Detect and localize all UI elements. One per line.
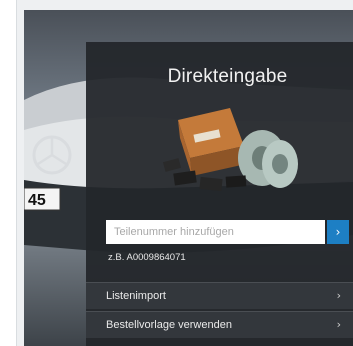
chevron-right-icon: › [336, 289, 341, 302]
add-part-button[interactable]: › [327, 220, 349, 244]
panel-menu: Listenimport › Bestellvorlage verwenden … [86, 282, 353, 338]
direct-entry-panel: Direkteingabe › z.B. A0009864071 Listen [86, 42, 353, 346]
hero-background: 45 Direkteingabe › z.B. A0009864071 [24, 10, 353, 346]
part-number-search: › [106, 220, 349, 244]
part-number-input[interactable] [106, 220, 325, 244]
chevron-right-icon: › [335, 225, 341, 239]
menu-item-bestellvorlage[interactable]: Bestellvorlage verwenden › [86, 311, 353, 338]
brake-parts-image [162, 108, 298, 192]
menu-item-label: Bestellvorlage verwenden [106, 319, 232, 331]
chevron-right-icon: › [336, 318, 341, 331]
panel-title: Direkteingabe [167, 66, 288, 87]
menu-item-label: Listenimport [106, 290, 166, 302]
menu-item-listenimport[interactable]: Listenimport › [86, 282, 353, 309]
license-plate-text: 45 [28, 192, 46, 209]
example-hint: z.B. A0009864071 [108, 252, 186, 263]
